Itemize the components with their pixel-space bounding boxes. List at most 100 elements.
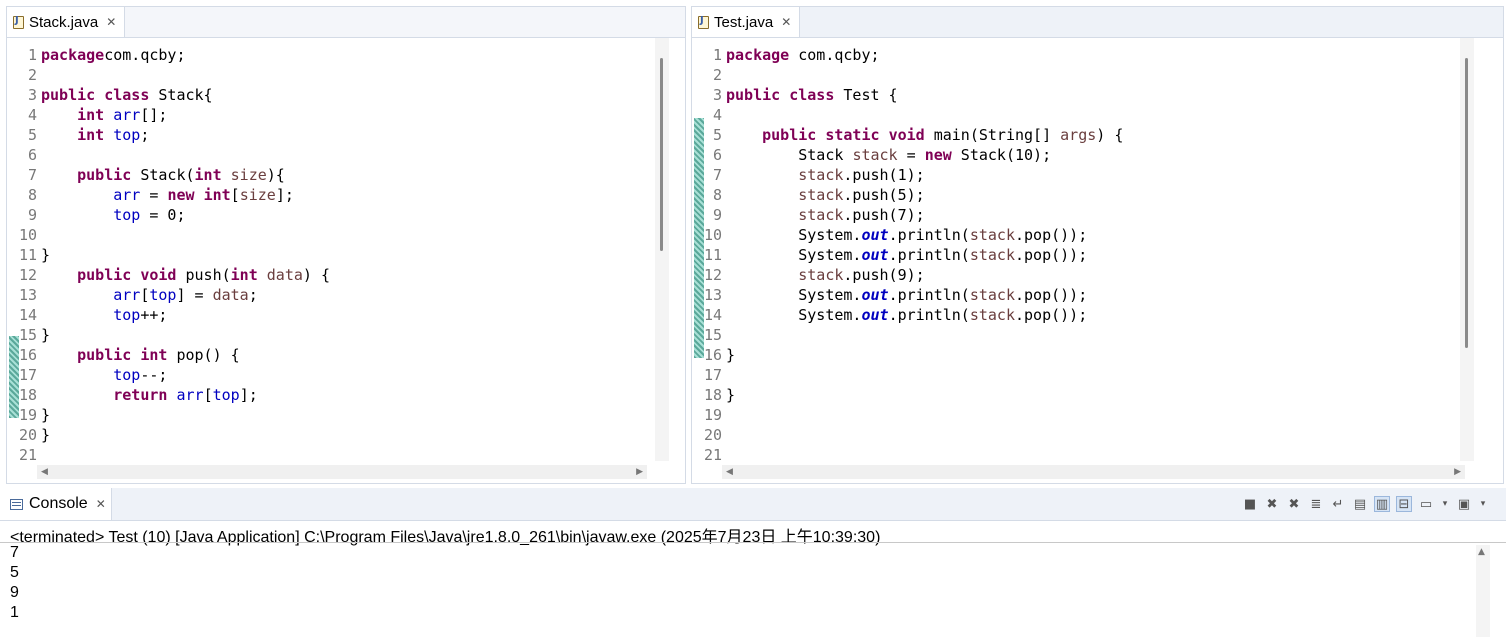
- line-number: 16: [703, 346, 722, 364]
- code-token: = 0;: [140, 206, 186, 224]
- horizontal-scrollbar[interactable]: ◀ ▶: [722, 465, 1465, 479]
- code-token: ++;: [140, 306, 168, 324]
- code-line: 10: [7, 225, 330, 245]
- line-number: 10: [18, 226, 37, 244]
- code-token: int: [203, 186, 231, 204]
- close-icon[interactable]: ✕: [781, 15, 791, 29]
- code-token: ;: [140, 126, 150, 144]
- java-file-icon: [13, 15, 24, 29]
- line-number: 15: [703, 326, 722, 344]
- line-number: 8: [27, 186, 37, 204]
- code-line: 7 stack.push(1);: [692, 165, 1123, 185]
- tab-console[interactable]: Console ✕: [0, 488, 112, 520]
- code-token: public: [41, 86, 96, 104]
- tab-stack-java[interactable]: Stack.java ✕: [7, 7, 126, 37]
- tab-label: Stack.java: [29, 13, 99, 31]
- code-line: 19}: [7, 405, 330, 425]
- code-line: 21: [692, 445, 1123, 465]
- console-vertical-scrollbar[interactable]: ▲: [1476, 545, 1490, 637]
- display-selected-console-icon[interactable]: ▭: [1418, 496, 1434, 512]
- line-number: 14: [703, 306, 722, 324]
- code-token: }: [41, 246, 51, 264]
- line-number: 13: [703, 286, 722, 304]
- code-token: package: [41, 46, 105, 64]
- code-token: ) {: [1096, 126, 1124, 144]
- tab-test-java[interactable]: Test.java ✕: [692, 7, 801, 37]
- code-token: ];: [239, 386, 258, 404]
- line-number: 1: [712, 46, 722, 64]
- code-area[interactable]: 1 packagecom.qcby; 2 3 public class Stack{4 …: [7, 38, 685, 483]
- terminate-icon[interactable]: ■: [1242, 496, 1258, 512]
- line-number: 5: [27, 126, 37, 144]
- code-line: 21: [7, 445, 330, 465]
- code-line: 20: [692, 425, 1123, 445]
- code-token: }: [726, 386, 736, 404]
- java-file-icon: [698, 15, 709, 29]
- code-token: stack: [969, 226, 1015, 244]
- code-line: 12 stack.push(9);: [692, 265, 1123, 285]
- editor-test-java[interactable]: Test.java ✕ 1package com.qcby;23public c…: [691, 6, 1504, 484]
- code-token: void: [888, 126, 925, 144]
- remove-all-terminated-icon[interactable]: ✖: [1286, 496, 1302, 512]
- scroll-left-icon[interactable]: ◀: [726, 467, 733, 477]
- scroll-left-icon[interactable]: ◀: [41, 467, 48, 477]
- code-token: package: [726, 46, 790, 64]
- code-token: .push(7);: [843, 206, 925, 224]
- pin-console-icon[interactable]: ⊟: [1396, 496, 1412, 512]
- open-console-icon[interactable]: ▣: [1456, 496, 1472, 512]
- code-token: ) {: [302, 266, 330, 284]
- code-token: .println(: [888, 306, 970, 324]
- horizontal-scrollbar[interactable]: ◀ ▶: [37, 465, 647, 479]
- scroll-up-icon[interactable]: ▲: [1478, 547, 1485, 557]
- tab-label: Console: [29, 495, 88, 512]
- scrollbar-thumb[interactable]: [660, 58, 663, 251]
- display-selected-console-dropdown-icon[interactable]: ▾: [1440, 496, 1450, 512]
- scrollbar-thumb[interactable]: [1465, 58, 1468, 348]
- code-line: 10 System.out.println(stack.pop());: [692, 225, 1123, 245]
- scroll-lock-icon[interactable]: ≣: [1308, 496, 1324, 512]
- close-icon[interactable]: ✕: [106, 15, 116, 29]
- code-token: void: [140, 266, 177, 284]
- word-wrap-icon[interactable]: ↵: [1330, 496, 1346, 512]
- code-line: 20}: [7, 425, 330, 445]
- line-number: 6: [712, 146, 722, 164]
- code-line: 18 return arr[top];: [7, 385, 330, 405]
- code-token: Stack: [726, 146, 853, 164]
- code-token: .println(: [888, 246, 970, 264]
- open-console-dropdown-icon[interactable]: ▾: [1478, 496, 1488, 512]
- code-token: main(String[]: [924, 126, 1061, 144]
- console-output[interactable]: 7 5 9 1 ▲: [0, 542, 1506, 637]
- code-token: args: [1060, 126, 1097, 144]
- editor-stack-java[interactable]: Stack.java ✕ 1packagecom.qcby;23public c…: [6, 6, 686, 484]
- show-console-on-error-icon[interactable]: ▥: [1374, 496, 1390, 512]
- code-area[interactable]: 1 package com.qcby; 2 3 public class Test {4…: [692, 38, 1503, 483]
- code-token: public: [762, 126, 817, 144]
- close-icon[interactable]: ✕: [96, 497, 106, 511]
- code-line: 4 int arr[];: [7, 105, 330, 125]
- line-number: 11: [703, 246, 722, 264]
- code-token: out: [861, 226, 889, 244]
- scroll-right-icon[interactable]: ▶: [1454, 467, 1461, 477]
- remove-launch-icon[interactable]: ✖: [1264, 496, 1280, 512]
- line-number: 15: [18, 326, 37, 344]
- vertical-scrollbar[interactable]: [655, 38, 669, 461]
- code-line: 2: [7, 65, 330, 85]
- code-token: stack: [798, 206, 844, 224]
- code-token: --;: [140, 366, 168, 384]
- scroll-right-icon[interactable]: ▶: [636, 467, 643, 477]
- show-console-on-output-icon[interactable]: ▤: [1352, 496, 1368, 512]
- line-number: 3: [712, 86, 722, 104]
- vertical-scrollbar[interactable]: [1460, 38, 1474, 461]
